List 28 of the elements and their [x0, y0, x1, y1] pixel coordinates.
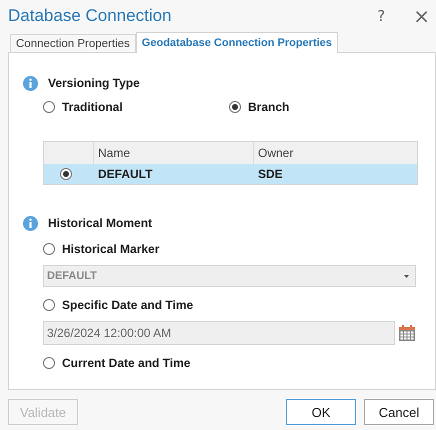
tab[interactable]: Geodatabase Connection Properties	[136, 32, 338, 53]
radio-button[interactable]	[43, 243, 55, 255]
calendar-icon[interactable]	[398, 324, 416, 342]
table-cell-text: DEFAULT	[97, 167, 154, 181]
help-button[interactable]: ?	[377, 7, 386, 25]
radio-label: Traditional	[62, 100, 123, 114]
dialog-button[interactable]: Cancel	[364, 399, 434, 425]
table-cell-text: SDE	[257, 167, 284, 181]
window-title: Database Connection	[8, 6, 172, 26]
caret-icon	[404, 274, 409, 278]
radio-button[interactable]	[43, 299, 55, 311]
radio-label: Current Date and Time	[62, 356, 190, 370]
radio-button[interactable]	[43, 357, 55, 369]
section-heading: Historical Moment	[48, 216, 152, 230]
radio-button[interactable]	[229, 101, 241, 113]
radio-button[interactable]	[43, 101, 55, 113]
info-icon	[23, 76, 38, 90]
section-heading: Versioning Type	[48, 76, 140, 90]
radio-button[interactable]	[60, 168, 72, 180]
radio-label: Specific Date and Time	[62, 298, 194, 312]
dialog-button[interactable]: OK	[286, 399, 356, 425]
column-header[interactable]: Owner	[254, 142, 417, 164]
info-icon	[23, 216, 38, 230]
close-button[interactable]: ×	[413, 4, 430, 28]
tab[interactable]: Connection Properties	[10, 34, 136, 53]
radio-label: Branch	[248, 100, 290, 114]
table-row[interactable]: DEFAULT SDE	[44, 164, 417, 184]
radio-label: Historical Marker	[62, 242, 160, 256]
